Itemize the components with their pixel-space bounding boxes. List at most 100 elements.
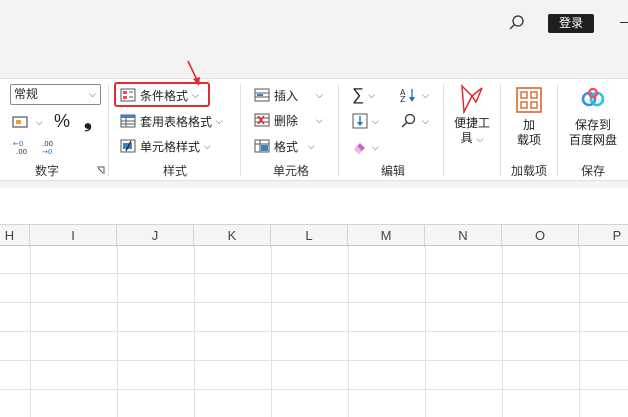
- decrease-decimal-button[interactable]: .00 →0: [40, 136, 60, 158]
- clear-button[interactable]: ⌵: [352, 136, 379, 158]
- grid-line: [0, 389, 628, 390]
- cell-styles-icon: [120, 138, 136, 154]
- grid-line: [0, 331, 628, 332]
- chevron-down-icon[interactable]: ⌵: [316, 115, 323, 126]
- column-header-p[interactable]: P: [579, 225, 628, 247]
- column-header-j[interactable]: J: [117, 225, 194, 247]
- chevron-down-icon: ⌵: [89, 89, 96, 99]
- column-header-k[interactable]: K: [194, 225, 271, 247]
- svg-text:.00: .00: [16, 148, 27, 156]
- format-cells-icon: [254, 138, 270, 154]
- formula-area: [0, 188, 628, 224]
- search-icon[interactable]: [506, 12, 528, 34]
- svg-text:Z: Z: [400, 95, 406, 103]
- minimize-icon[interactable]: [620, 22, 628, 23]
- svg-text:→0: →0: [42, 148, 52, 156]
- group-divider: [557, 84, 558, 176]
- dialog-launcher-icon[interactable]: [96, 166, 105, 175]
- column-header-i[interactable]: I: [30, 225, 117, 247]
- comma-style-button[interactable]: ❟: [84, 110, 92, 132]
- find-select-button[interactable]: ⌵: [400, 110, 429, 132]
- chevron-down-icon: ⌵: [422, 89, 429, 100]
- save-to-baidu-button[interactable]: 保存到 百度网盘: [562, 86, 624, 148]
- group-divider: [443, 84, 444, 176]
- fill-button[interactable]: ⌵: [352, 110, 379, 132]
- column-header-h[interactable]: H: [0, 225, 30, 247]
- number-format-value: 常规: [14, 87, 39, 101]
- grid-line: [0, 360, 628, 361]
- cell-styles-label: 单元格样式: [140, 139, 201, 154]
- pointer-arrow-icon: [186, 60, 204, 88]
- column-header-m[interactable]: M: [348, 225, 425, 247]
- group-divider: [240, 84, 241, 176]
- chevron-down-icon: ⌵: [372, 141, 379, 152]
- group-divider: [108, 84, 109, 176]
- sort-az-icon: AZ: [400, 87, 418, 103]
- format-label: 格式: [274, 139, 299, 154]
- cells-group-label: 单元格: [272, 164, 309, 178]
- svg-text:.00: .00: [42, 140, 53, 148]
- delete-button[interactable]: 删除: [254, 109, 298, 131]
- styles-group-label: 样式: [162, 164, 187, 178]
- save-line1: 保存到: [574, 118, 611, 132]
- eraser-icon: [352, 139, 368, 155]
- currency-icon: [12, 114, 28, 130]
- format-as-table-label: 套用表格格式: [140, 114, 213, 129]
- baidu-cloud-icon: [562, 86, 624, 112]
- increase-decimal-button[interactable]: ←0.00: [12, 136, 32, 158]
- grid-line: [0, 273, 628, 274]
- column-header-row: H I J K L M N O P: [0, 224, 628, 247]
- column-header-n[interactable]: N: [425, 225, 502, 247]
- number-format-select[interactable]: 常规 ⌵: [10, 84, 101, 105]
- autosum-button[interactable]: ∑ ⌵: [352, 84, 375, 106]
- addins-grid-icon: [508, 86, 550, 114]
- origami-icon: [450, 84, 494, 114]
- addins-group-label: 加载项: [510, 164, 547, 178]
- group-divider: [338, 84, 339, 176]
- sort-filter-button[interactable]: AZ ⌵: [400, 84, 429, 106]
- title-bar: 登录: [0, 0, 628, 78]
- decrease-decimal-icon: .00 →0: [40, 138, 60, 156]
- grid-line: [0, 302, 628, 303]
- handy-tools-line1: 便捷工: [453, 116, 490, 130]
- sigma-icon: ∑: [352, 85, 365, 104]
- chevron-down-icon: ⌵: [216, 115, 223, 126]
- find-icon: [400, 113, 418, 129]
- number-group-label: 数字: [34, 164, 59, 178]
- chevron-down-icon: ⌵: [422, 115, 429, 126]
- comma-label: ❟: [84, 109, 92, 132]
- addins-button[interactable]: 加 载项: [508, 86, 550, 148]
- svg-text:←0: ←0: [13, 140, 23, 148]
- insert-label: 插入: [274, 88, 299, 103]
- accounting-format-button[interactable]: ⌵: [12, 111, 43, 133]
- delete-icon: [254, 112, 270, 128]
- chevron-down-icon: ⌵: [476, 134, 484, 144]
- chevron-down-icon: ⌵: [36, 116, 43, 127]
- percent-label: %: [54, 110, 71, 131]
- table-format-icon: [120, 113, 136, 129]
- format-as-table-button[interactable]: 套用表格格式 ⌵: [120, 110, 223, 132]
- column-header-o[interactable]: O: [502, 225, 579, 247]
- percent-button[interactable]: %: [54, 110, 70, 132]
- fill-down-icon: [352, 113, 368, 129]
- increase-decimal-icon: ←0.00: [12, 138, 32, 156]
- login-button[interactable]: 登录: [548, 14, 594, 33]
- chevron-down-icon: ⌵: [204, 140, 211, 151]
- insert-button[interactable]: 插入: [254, 84, 298, 106]
- column-header-l[interactable]: L: [271, 225, 348, 247]
- cell-styles-button[interactable]: 单元格样式 ⌵: [120, 135, 211, 157]
- chevron-down-icon: ⌵: [368, 89, 375, 100]
- cell-grid[interactable]: [0, 246, 628, 417]
- insert-icon: [254, 87, 270, 103]
- save-group-label: 保存: [580, 164, 605, 178]
- handy-tools-button[interactable]: 便捷工 具 ⌵: [450, 84, 494, 147]
- addins-line1: 加: [522, 118, 535, 132]
- format-button[interactable]: 格式: [254, 135, 298, 157]
- chevron-down-icon[interactable]: ⌵: [308, 141, 315, 152]
- chevron-down-icon[interactable]: ⌵: [316, 90, 323, 101]
- editing-group-label: 编辑: [380, 164, 405, 178]
- group-divider: [500, 84, 501, 176]
- addins-line2: 载项: [516, 133, 541, 147]
- delete-label: 删除: [274, 113, 299, 128]
- save-line2: 百度网盘: [568, 133, 617, 147]
